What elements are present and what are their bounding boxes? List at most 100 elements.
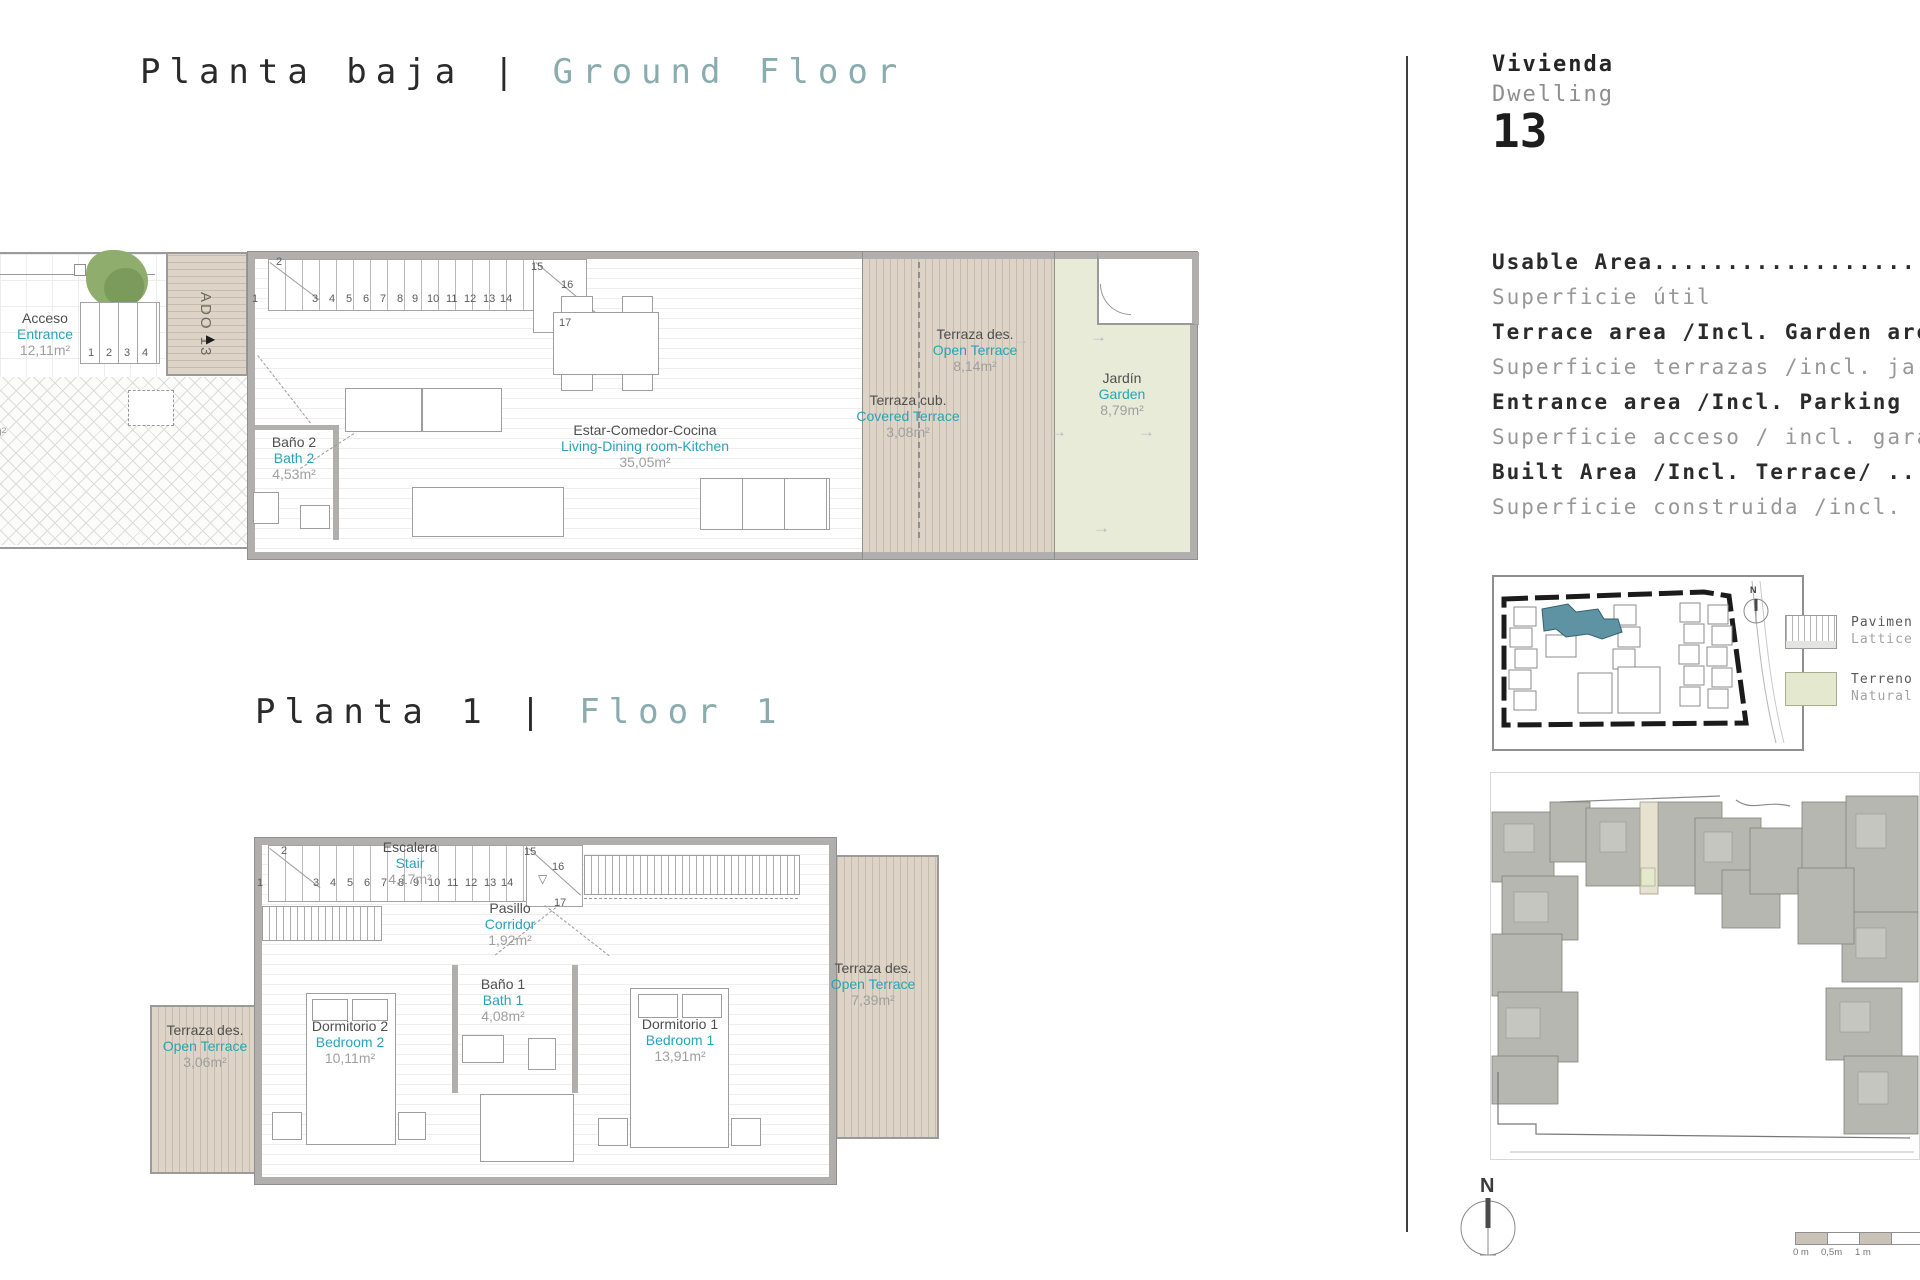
lattice-swatch <box>1785 615 1837 649</box>
area-line-en: Terrace area /Incl. Garden are <box>1492 320 1920 344</box>
room-area: 3,08m² <box>886 424 930 440</box>
room-label-acceso: Acceso Entrance 12,11m² <box>17 310 73 358</box>
stair-number: 2 <box>276 256 283 268</box>
stair-number: 1 <box>252 293 259 305</box>
dwelling-number: 13 <box>1492 104 1548 158</box>
kitchen-counter <box>422 388 502 432</box>
pillow <box>638 994 678 1018</box>
entrance-step-number: 2 <box>106 347 113 359</box>
wardrobe <box>262 906 382 941</box>
room-name-es: Dormitorio 1 <box>641 1016 719 1032</box>
chair <box>622 296 653 313</box>
entrance-step-number: 3 <box>124 347 131 359</box>
room-area: 1,92m² <box>488 932 532 948</box>
svg-text:N: N <box>1480 1176 1494 1197</box>
scale-segment <box>1827 1232 1861 1245</box>
direction-arrow-icon: → <box>1093 518 1110 537</box>
room-area: 8,14m² <box>953 358 997 374</box>
scale-label: 0,5m <box>1821 1247 1843 1258</box>
stair-number: 8 <box>397 293 404 305</box>
room-name-en: Bedroom 2 <box>315 1034 385 1050</box>
area-line-es: Superficie terrazas /incl. jar <box>1492 355 1920 379</box>
stair-number: 16 <box>561 279 574 291</box>
stair-number: 13 <box>484 877 497 889</box>
ground-title-es: Planta baja <box>140 52 465 92</box>
brochure-page: Planta baja | Ground Floor Planta 1 | Fl… <box>0 0 1920 1280</box>
floor1-title: Planta 1 | Floor 1 <box>255 692 786 732</box>
room-label-bedroom1: Dormitorio 1 Bedroom 1 13,91m² <box>642 1016 718 1064</box>
direction-arrow-icon: → <box>1050 422 1067 441</box>
room-name-es: Estar-Comedor-Cocina <box>573 422 717 438</box>
legend-label-2: Natural <box>1851 689 1913 704</box>
ground-floor-title: Planta baja | Ground Floor <box>140 52 906 92</box>
room-name-en: Bath 2 <box>273 450 315 466</box>
stair-number: 13 <box>483 293 496 305</box>
stair-number: 4 <box>330 877 337 889</box>
entrance-step-number: 4 <box>142 347 149 359</box>
room-name-es: Pasillo <box>489 900 531 916</box>
room-area: 3,06m² <box>183 1054 227 1070</box>
room-name-en: Garden <box>1098 386 1146 402</box>
shower <box>480 1094 574 1162</box>
room-area: 13,91m² <box>654 1048 706 1064</box>
scale-segment <box>1859 1232 1893 1245</box>
title-divider: | <box>520 692 550 732</box>
bath1-wall <box>572 965 578 1093</box>
nightstand <box>272 1112 302 1140</box>
floor1-title-en: Floor 1 <box>579 692 786 732</box>
room-name-es: Terraza des. <box>834 960 912 976</box>
room-area: 10,11m² <box>324 1050 376 1066</box>
area-line-en: Built Area /Incl. Terrace/ .... <box>1492 460 1920 484</box>
room-label-living: Estar-Comedor-Cocina Living-Dining room-… <box>561 422 729 470</box>
stair-number: 1 <box>257 877 264 889</box>
gate-post <box>74 264 86 276</box>
stair-number: 5 <box>346 293 353 305</box>
kitchen-island <box>412 487 564 537</box>
legend-label-1: Terreno <box>1851 672 1913 687</box>
area-line-es: Superficie útil <box>1492 285 1712 309</box>
room-name-en: Living-Dining room-Kitchen <box>560 438 730 454</box>
room-name-es: Baño 1 <box>480 976 526 992</box>
stair-number: 4 <box>329 293 336 305</box>
room-name-es: Acceso <box>22 310 68 326</box>
scale-label: 0 m <box>1793 1247 1809 1258</box>
sink <box>300 505 330 529</box>
scale-segment <box>1891 1232 1920 1245</box>
site-location-drawing: N <box>1501 580 1785 744</box>
room-label-bedroom2: Dormitorio 2 Bedroom 2 10,11m² <box>312 1018 388 1066</box>
stair-number: 11 <box>446 293 458 305</box>
stair-number: 3 <box>312 293 319 305</box>
toilet <box>528 1038 556 1070</box>
stair-number: 2 <box>281 845 288 857</box>
scale-label: 1 m <box>1855 1247 1871 1258</box>
room-name-en: Bedroom 1 <box>645 1032 715 1048</box>
stair-direction-icon: ▽ <box>538 872 548 886</box>
plant <box>104 268 144 306</box>
room-area: 4,08m² <box>481 1008 525 1024</box>
chair <box>622 374 653 391</box>
room-name-es: Escalera <box>382 839 438 855</box>
stair-number: 9 <box>412 293 419 305</box>
direction-arrow-icon: → <box>1138 422 1155 441</box>
stair-number: 17 <box>554 897 567 909</box>
vertical-divider <box>1406 56 1408 1232</box>
room-area: 35,05m² <box>619 454 671 470</box>
stair-number: 14 <box>500 293 513 305</box>
legend-label-1: Pavimen <box>1851 615 1913 630</box>
wardrobe <box>584 855 800 895</box>
stair-number: 6 <box>364 877 371 889</box>
stair-number: 15 <box>531 261 544 273</box>
room-label-terrace-left: Terraza des. Open Terrace 3,06m² <box>163 1022 248 1070</box>
bath1-wall <box>452 965 458 1093</box>
entrance-step-number: 1 <box>88 347 95 359</box>
stair-number: 11 <box>447 877 459 889</box>
floor1-title-es: Planta 1 <box>255 692 491 732</box>
legend-label-2: Lattice <box>1851 632 1913 647</box>
chair <box>561 296 593 313</box>
stair-number: 3 <box>313 877 320 889</box>
scale-segment <box>1795 1232 1829 1245</box>
room-area: 4,53m² <box>272 466 316 482</box>
room-label-stair: Escalera Stair 4,17m² <box>383 839 437 887</box>
dwelling-label-es: Vivienda <box>1492 52 1614 77</box>
room-name-en: Covered Terrace <box>856 408 960 424</box>
